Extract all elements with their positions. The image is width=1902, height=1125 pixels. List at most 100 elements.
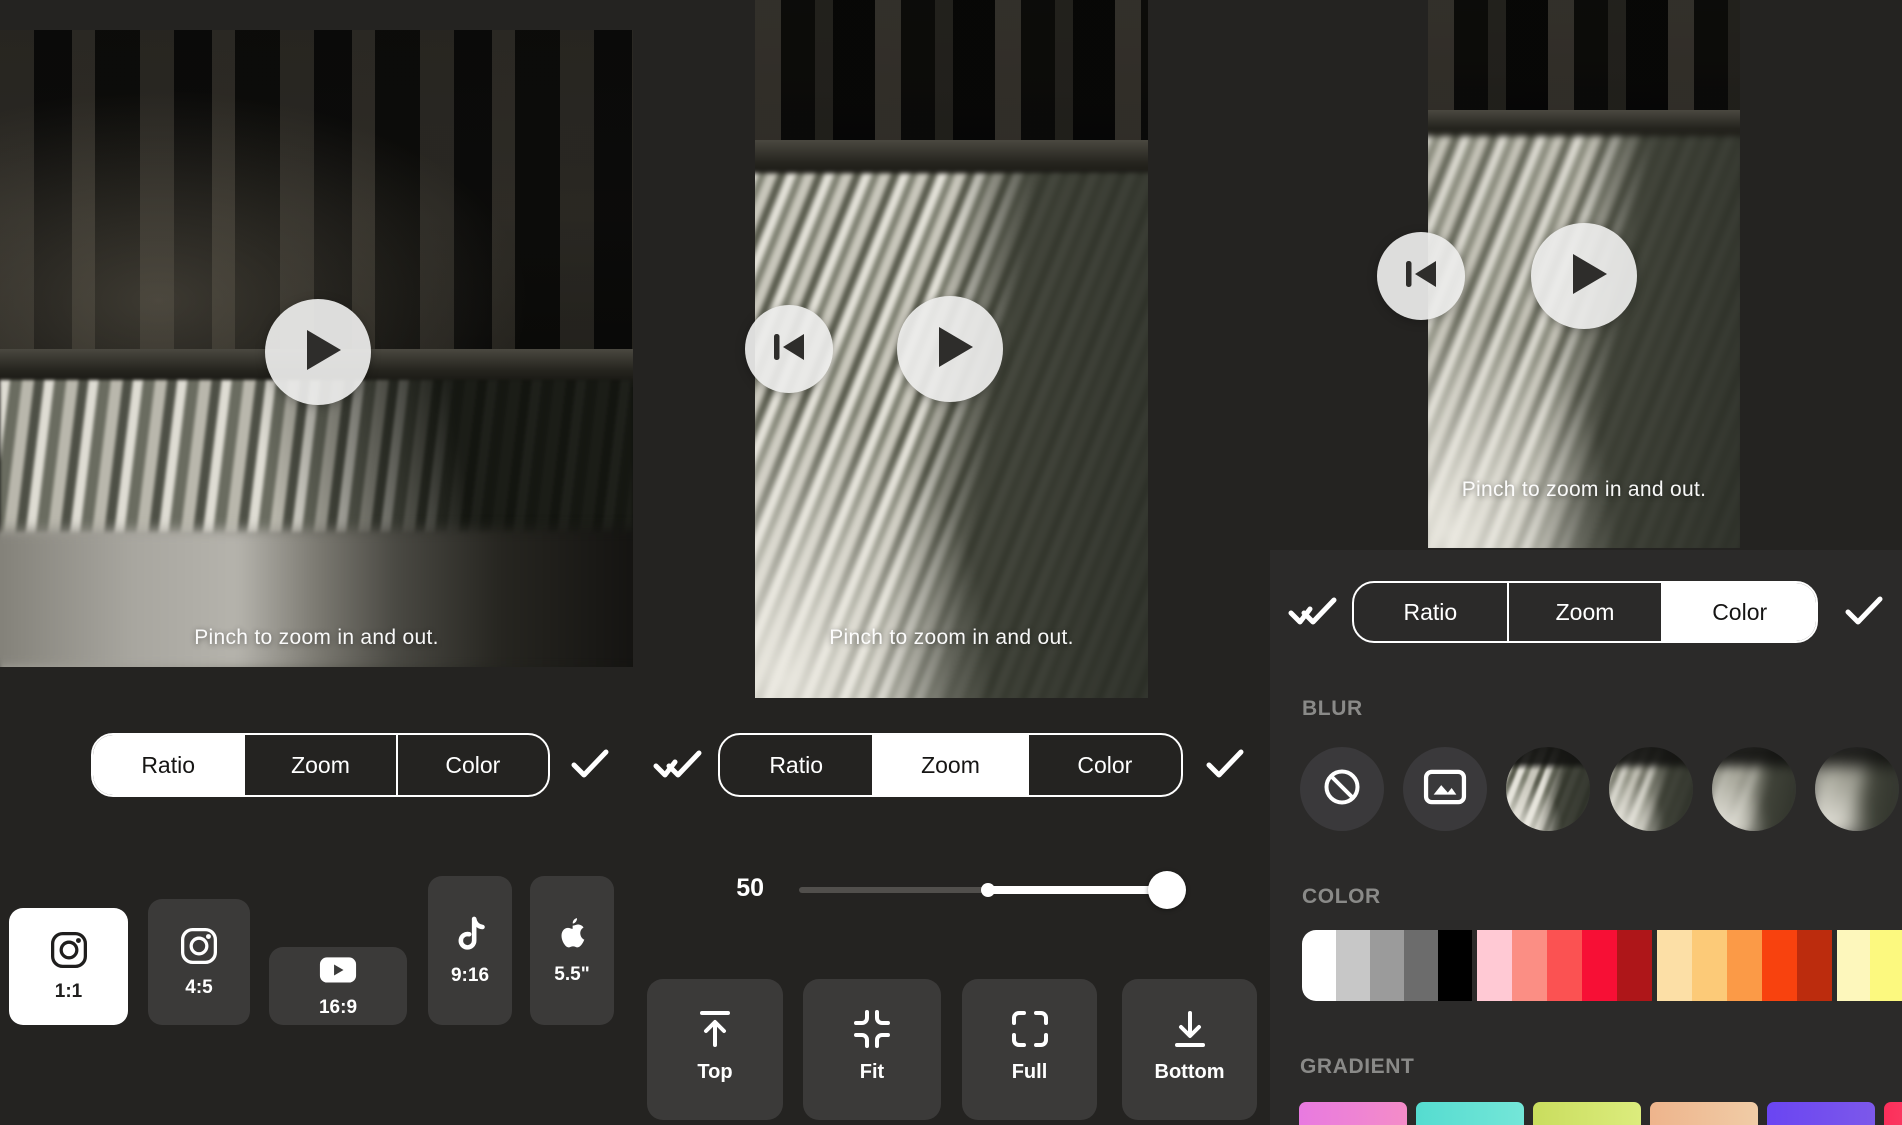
gradient-swatch-4[interactable] <box>1650 1102 1758 1125</box>
tab-color[interactable]: Color <box>1661 583 1816 641</box>
no-blur-icon <box>1320 765 1364 814</box>
position-button-label: Bottom <box>1154 1061 1225 1083</box>
aspect-ratio-option-169[interactable]: 16:9 <box>269 947 407 1025</box>
play-button[interactable] <box>1531 223 1637 329</box>
youtube-icon <box>319 956 357 987</box>
color-swatch-row <box>1302 930 1902 1001</box>
color-swatch-ffc9d4[interactable] <box>1477 930 1512 1001</box>
blurred-frame-thumbnail <box>1609 747 1693 831</box>
tiktok-icon <box>453 914 487 959</box>
skip-back-button[interactable] <box>1377 232 1465 320</box>
blur-amount-option-1[interactable] <box>1506 747 1590 831</box>
tab-zoom[interactable]: Zoom <box>872 735 1027 795</box>
slider-fill <box>988 886 1167 894</box>
blurred-frame-thumbnail <box>1815 747 1899 831</box>
aspect-ratio-label: 5.5" <box>554 964 590 985</box>
double-check-icon <box>1287 593 1339 636</box>
apple-icon <box>556 915 588 958</box>
color-swatch-9b9b9b[interactable] <box>1370 930 1404 1001</box>
gradient-swatch-2[interactable] <box>1416 1102 1524 1125</box>
gradient-swatch-1[interactable] <box>1299 1102 1407 1125</box>
position-button-label: Fit <box>859 1061 885 1083</box>
double-check-icon <box>652 746 704 789</box>
slider-center-marker <box>981 883 995 897</box>
confirm-button[interactable] <box>1205 747 1245 786</box>
aspect-ratio-option-5.5[interactable]: 5.5" <box>530 876 614 1025</box>
apply-to-all-button[interactable] <box>652 746 704 789</box>
confirm-button[interactable] <box>1844 594 1884 633</box>
pinch-hint: Pinch to zoom in and out. <box>829 626 1074 649</box>
align-top-icon <box>693 1005 737 1053</box>
gradient-swatch-6[interactable] <box>1884 1102 1902 1125</box>
gradient-swatch-5[interactable] <box>1767 1102 1875 1125</box>
no-blur-option[interactable] <box>1300 747 1384 831</box>
pinch-hint: Pinch to zoom in and out. <box>194 626 439 649</box>
fit-position-button[interactable]: Fit <box>803 979 941 1120</box>
fullscreen-icon <box>1008 1005 1052 1053</box>
tab-color[interactable]: Color <box>1026 735 1181 795</box>
color-swatch-f8420e[interactable] <box>1762 930 1797 1001</box>
color-swatch-fb5252[interactable] <box>1547 930 1582 1001</box>
color-swatch-fcf97f[interactable] <box>1870 930 1902 1001</box>
check-icon <box>1844 594 1884 633</box>
instagram-icon <box>49 930 89 975</box>
check-icon <box>570 747 610 786</box>
aspect-ratio-option-916[interactable]: 9:16 <box>428 876 512 1025</box>
color-swatch-bc2c0d[interactable] <box>1797 930 1832 1001</box>
tab-ratio[interactable]: Ratio <box>720 735 872 795</box>
bottom-position-button[interactable]: Bottom <box>1122 979 1257 1120</box>
tab-zoom[interactable]: Zoom <box>243 735 395 795</box>
full-position-button[interactable]: Full <box>962 979 1097 1120</box>
blur-amount-option-2[interactable] <box>1609 747 1693 831</box>
video-editor-stage: Pinch to zoom in and out. Pinch to zoom … <box>0 0 1902 1125</box>
blurred-frame-thumbnail <box>1506 747 1590 831</box>
apply-to-all-button[interactable] <box>1287 593 1339 636</box>
color-swatch-fb9a47[interactable] <box>1727 930 1762 1001</box>
image-icon <box>1423 769 1467 810</box>
color-swatch-ffffff[interactable] <box>1302 930 1336 1001</box>
color-swatch-group <box>1837 930 1902 1001</box>
aspect-ratio-option-45[interactable]: 4:5 <box>148 899 250 1025</box>
blur-section-label: BLUR <box>1302 697 1363 720</box>
position-button-label: Top <box>697 1061 733 1083</box>
skip-back-icon <box>771 331 807 368</box>
tab-color[interactable]: Color <box>395 735 548 795</box>
color-swatch-group <box>1302 930 1472 1001</box>
tab-zoom[interactable]: Zoom <box>1506 583 1662 641</box>
color-swatch-group <box>1477 930 1652 1001</box>
top-position-button[interactable]: Top <box>647 979 783 1120</box>
video-frame-art <box>0 380 633 546</box>
blur-amount-option-3[interactable] <box>1712 747 1796 831</box>
play-button[interactable] <box>897 296 1003 402</box>
color-swatch-fdf7bc[interactable] <box>1837 930 1870 1001</box>
play-icon <box>293 327 344 378</box>
skip-back-button[interactable] <box>745 305 833 393</box>
aspect-ratio-option-11[interactable]: 1:1 <box>9 908 128 1025</box>
aspect-ratio-label: 9:16 <box>450 965 490 986</box>
confirm-button[interactable] <box>570 747 610 786</box>
color-swatch-f70f35[interactable] <box>1582 930 1617 1001</box>
tab-bar-ratio-panel: Ratio Zoom Color <box>91 733 550 797</box>
color-swatch-fcca78[interactable] <box>1692 930 1727 1001</box>
slider-value-label: 50 <box>736 874 764 902</box>
play-button[interactable] <box>265 299 371 405</box>
color-swatch-fb8e84[interactable] <box>1512 930 1547 1001</box>
image-background-option[interactable] <box>1403 747 1487 831</box>
gradient-swatch-3[interactable] <box>1533 1102 1641 1125</box>
color-swatch-c7c7c7[interactable] <box>1336 930 1370 1001</box>
color-section-label: COLOR <box>1302 885 1381 908</box>
tab-ratio[interactable]: Ratio <box>1354 583 1507 641</box>
slider-thumb[interactable] <box>1148 871 1186 909</box>
color-swatch-000000[interactable] <box>1438 930 1472 1001</box>
blur-amount-option-4[interactable] <box>1815 747 1899 831</box>
color-swatch-fcdfa6[interactable] <box>1657 930 1692 1001</box>
color-swatch-6c6c6c[interactable] <box>1404 930 1438 1001</box>
slider-track[interactable] <box>799 887 988 893</box>
tab-ratio[interactable]: Ratio <box>93 735 244 795</box>
play-icon <box>1559 251 1610 302</box>
fit-icon <box>850 1005 894 1053</box>
align-bottom-icon <box>1168 1005 1212 1053</box>
color-swatch-ae1619[interactable] <box>1617 930 1652 1001</box>
aspect-ratio-label: 16:9 <box>318 997 358 1018</box>
zoom-slider[interactable] <box>799 871 1186 909</box>
